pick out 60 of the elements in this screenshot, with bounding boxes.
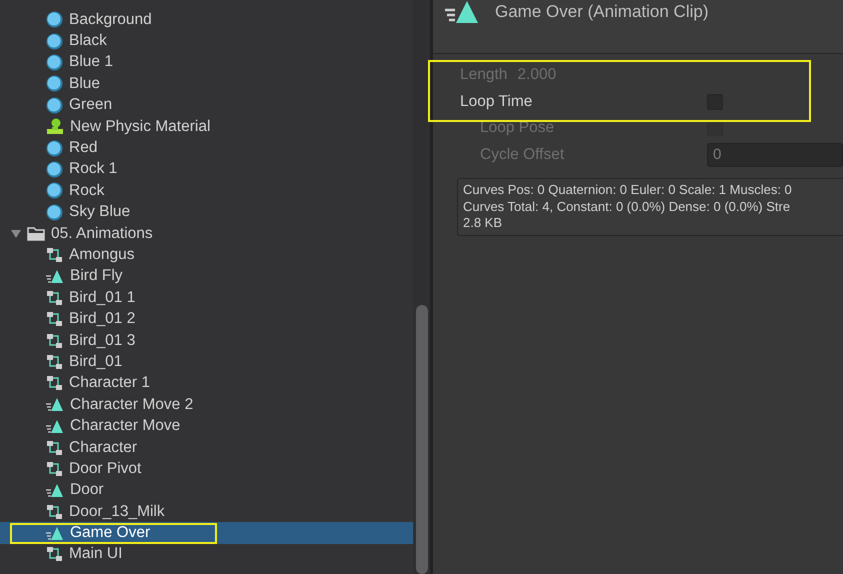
tree-item[interactable]: Character [0, 436, 413, 458]
tree-item[interactable]: 05. Animations [0, 222, 413, 244]
triangle-icon [46, 418, 64, 434]
tree-item[interactable]: Main UI [0, 544, 413, 566]
tree-item[interactable]: Character Move 2 [0, 394, 413, 416]
tree-item[interactable]: Character 1 [0, 372, 413, 394]
info-line: Curves Pos: 0 Quaternion: 0 Euler: 0 Scale: 1 Muscles: 0 [463, 182, 793, 198]
tree-item[interactable]: Red [0, 137, 413, 159]
state-graph-icon [46, 311, 63, 328]
tree-item[interactable]: Door Pivot [0, 458, 413, 480]
expand-arrow-icon[interactable] [11, 230, 21, 238]
tree-item[interactable]: Bird Fly [0, 266, 413, 288]
tree-item[interactable]: Bird_01 1 [0, 287, 413, 308]
sphere-icon [46, 75, 63, 92]
field-label: Loop Time [460, 92, 534, 111]
sphere-icon [46, 54, 63, 71]
state-graph-icon [46, 504, 63, 520]
info-line: 2.8 KB [463, 215, 504, 232]
sphere-icon [46, 182, 63, 200]
triangle-icon [46, 397, 64, 412]
sphere-icon [46, 96, 63, 114]
tree-item[interactable]: Character Move [0, 415, 413, 437]
tree-item[interactable]: Door [0, 480, 413, 501]
tree-item[interactable]: Blue 1 [0, 52, 413, 74]
triangle-icon [46, 482, 64, 498]
tree-item[interactable]: Bird_01 3 [0, 330, 413, 352]
scale-icon [46, 118, 64, 136]
triangle-icon [46, 268, 64, 284]
tree-item[interactable]: Rock 1 [0, 158, 413, 180]
tree-item[interactable]: Bird_01 [0, 351, 413, 373]
state-graph-icon [46, 440, 63, 456]
scrollbar-thumb[interactable] [416, 305, 428, 574]
state-graph-icon [46, 546, 63, 562]
state-graph-icon [46, 290, 63, 306]
tree-item[interactable]: Door_13_Milk [0, 500, 413, 522]
sphere-icon [46, 204, 63, 221]
info-line: Curves Total: 4, Constant: 0 (0.0%) Dense: 0 (0.0%) Stre [463, 198, 792, 215]
state-graph-icon [46, 246, 63, 263]
tree-item[interactable]: Blue [0, 73, 413, 95]
tree-item[interactable]: Amongus [0, 244, 413, 266]
state-graph-icon [46, 460, 63, 477]
tree-item[interactable]: Black [0, 30, 413, 52]
triangle-icon [46, 526, 64, 541]
sphere-icon [46, 32, 63, 50]
state-graph-icon [46, 354, 63, 370]
tree-item[interactable]: New Physic Material [0, 116, 413, 138]
tree-item[interactable]: Sky Blue [0, 202, 413, 223]
tree-item[interactable]: Background [0, 9, 413, 30]
folder-icon [27, 226, 45, 242]
sphere-icon [46, 140, 63, 157]
tree-item[interactable]: Green [0, 94, 413, 116]
triangle-icon [445, 0, 479, 24]
tree-item[interactable]: Rock [0, 180, 413, 202]
tree-item[interactable]: Bird_01 2 [0, 308, 413, 330]
state-graph-icon [46, 332, 63, 349]
sphere-icon [46, 160, 63, 178]
sphere-icon [46, 11, 63, 28]
state-graph-icon [46, 375, 63, 392]
tree-item[interactable]: Game Over [0, 522, 413, 544]
inspector-title: Game Over (Animation Clip) [495, 2, 709, 22]
